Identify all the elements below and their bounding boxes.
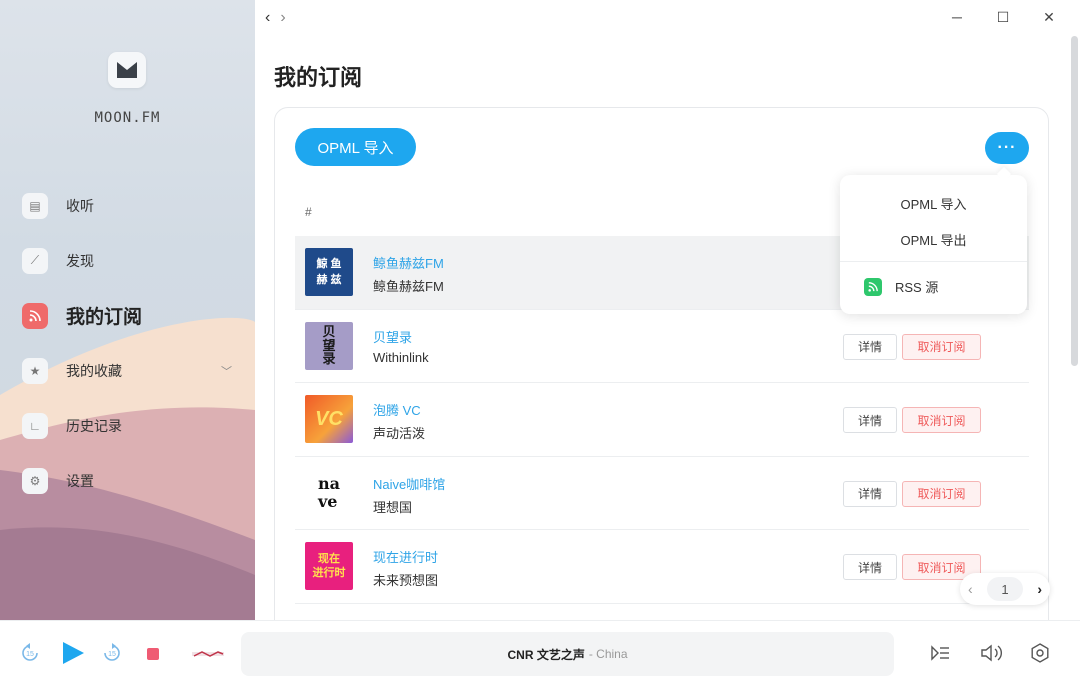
app-logo [108,52,146,88]
play-icon[interactable] [60,640,86,666]
history-icon: ∟ [22,412,48,439]
sidebar-item-discover[interactable]: ⟋ 发现 [22,233,242,288]
more-options-menu: OPML 导入 OPML 导出 RSS 源 [840,175,1027,314]
star-icon: ★ [22,357,48,384]
forward-arrow-icon[interactable]: › [280,9,285,27]
sidebar-nav: ▤ 收听 ⟋ 发现 我的订阅 ★ 我的收藏 ﹀ ∟ 历史记录 ⚙ 设置 [22,178,242,508]
sidebar-item-settings[interactable]: ⚙ 设置 [22,453,242,508]
podcast-title[interactable]: 现在进行时 [373,547,438,566]
brand-name: MOON.FM [94,110,161,126]
rss-icon [864,277,882,296]
sidebar-item-label: 发现 [66,252,94,269]
rewind-15-icon[interactable]: 15 [20,643,40,663]
title-bar: ‹ › ─ ☐ ✕ [255,0,1080,36]
maximize-icon[interactable]: ☐ [980,6,1026,28]
opml-import-button[interactable]: OPML 导入 [295,128,416,166]
menu-item-opml-export[interactable]: OPML 导出 [840,230,1027,249]
menu-item-rss[interactable]: RSS 源 [864,277,938,296]
detail-button[interactable]: 详情 [843,333,897,360]
station-thumbnail[interactable] [192,647,224,661]
sidebar-item-favorites[interactable]: ★ 我的收藏 ﹀ [22,343,242,398]
now-playing[interactable]: CNR 文艺之声 - China [241,632,894,676]
compass-icon: ⟋ [22,247,48,274]
podcast-author: 理想国 [373,499,413,515]
podcast-row[interactable]: na ve Naive咖啡馆 理想国 详情 取消订阅 [295,457,1029,530]
menu-divider [840,261,1027,262]
station-country: - China [588,647,628,661]
sidebar-item-label: 我的收藏 [66,362,122,379]
unsubscribe-button[interactable]: 取消订阅 [902,333,981,360]
next-page-icon[interactable]: › [1037,581,1042,597]
scrollbar[interactable] [1071,36,1078,620]
podcast-row[interactable]: 贝 望 录 贝望录 Withinlink 详情 取消订阅 [295,310,1029,383]
player-bar: 15 15 CNR 文艺之声 - China [0,620,1080,685]
podcast-author: 未来预想图 [373,573,439,588]
rss-icon [22,302,48,329]
podcast-title[interactable]: 泡腾 VC [373,400,421,419]
prev-page-icon[interactable]: ‹ [968,581,973,597]
podcast-cover[interactable]: 鯨 鱼 赫 兹 [305,248,353,296]
forward-15-icon[interactable]: 15 [102,643,122,663]
sidebar-item-subscriptions[interactable]: 我的订阅 [22,288,242,343]
settings-circle-icon[interactable] [1030,643,1050,663]
podcast-title[interactable]: 贝望录 [373,327,412,346]
listen-icon: ▤ [22,192,48,219]
svg-text:15: 15 [26,651,34,658]
podcast-row[interactable]: VC 泡腾 VC 声动活泼 详情 取消订阅 [295,383,1029,457]
back-arrow-icon[interactable]: ‹ [265,9,270,27]
minimize-icon[interactable]: ─ [934,6,980,28]
sidebar-item-label: 历史记录 [66,417,122,434]
svg-text:15: 15 [108,651,116,658]
sidebar-item-history[interactable]: ∟ 历史记录 [22,398,242,453]
sidebar-item-label: 收听 [66,197,94,214]
sidebar-item-listen[interactable]: ▤ 收听 [22,178,242,233]
menu-item-opml-import[interactable]: OPML 导入 [840,194,1027,213]
podcast-title[interactable]: Naive咖啡馆 [373,474,445,493]
more-options-button[interactable]: ··· [985,132,1029,164]
detail-button[interactable]: 详情 [843,480,897,507]
detail-button[interactable]: 详情 [843,407,897,433]
current-page[interactable]: 1 [987,577,1023,601]
menu-item-label: RSS 源 [895,280,939,295]
gear-icon: ⚙ [22,467,48,494]
index-column-header: # [305,205,312,219]
more-icon: ··· [997,139,1017,156]
podcast-cover[interactable]: 现在 进行时 [305,542,353,590]
podcast-cover[interactable]: 贝 望 录 [305,321,353,370]
podcast-title[interactable]: 鲸鱼赫兹FM [373,253,444,272]
podcast-author: Withinlink [373,349,429,365]
podcast-author: 鲸鱼赫兹FM [373,279,444,294]
podcast-cover[interactable]: na ve [305,468,353,517]
station-name: CNR 文艺之声 [507,647,585,662]
sidebar-item-label: 我的订阅 [66,307,143,328]
stop-icon[interactable] [146,647,160,661]
playlist-icon[interactable] [930,644,950,662]
window-controls: ─ ☐ ✕ [934,6,1072,28]
podcast-author: 声动活泼 [373,426,426,441]
podcast-cover[interactable]: VC [305,395,353,443]
detail-button[interactable]: 详情 [843,554,897,580]
close-icon[interactable]: ✕ [1026,6,1072,28]
volume-icon[interactable] [980,643,1004,663]
unsubscribe-button[interactable]: 取消订阅 [902,407,981,433]
chevron-down-icon[interactable]: ﹀ [221,363,232,379]
unsubscribe-button[interactable]: 取消订阅 [902,480,981,507]
scrollbar-thumb[interactable] [1071,36,1078,366]
page-title: 我的订阅 [274,65,363,90]
app-window: MOON.FM ▤ 收听 ⟋ 发现 我的订阅 ★ 我的收藏 ﹀ ∟ 历史记录 ⚙… [0,0,1080,685]
sidebar: MOON.FM ▤ 收听 ⟋ 发现 我的订阅 ★ 我的收藏 ﹀ ∟ 历史记录 ⚙… [0,0,255,620]
history-navigation: ‹ › [265,9,286,27]
pagination: ‹ 1 › [960,573,1050,605]
sidebar-item-label: 设置 [66,472,94,489]
moon-logo-icon [117,62,137,78]
podcast-row[interactable]: 现在 进行时 现在进行时 未来预想图 详情 取消订阅 [295,530,1029,604]
